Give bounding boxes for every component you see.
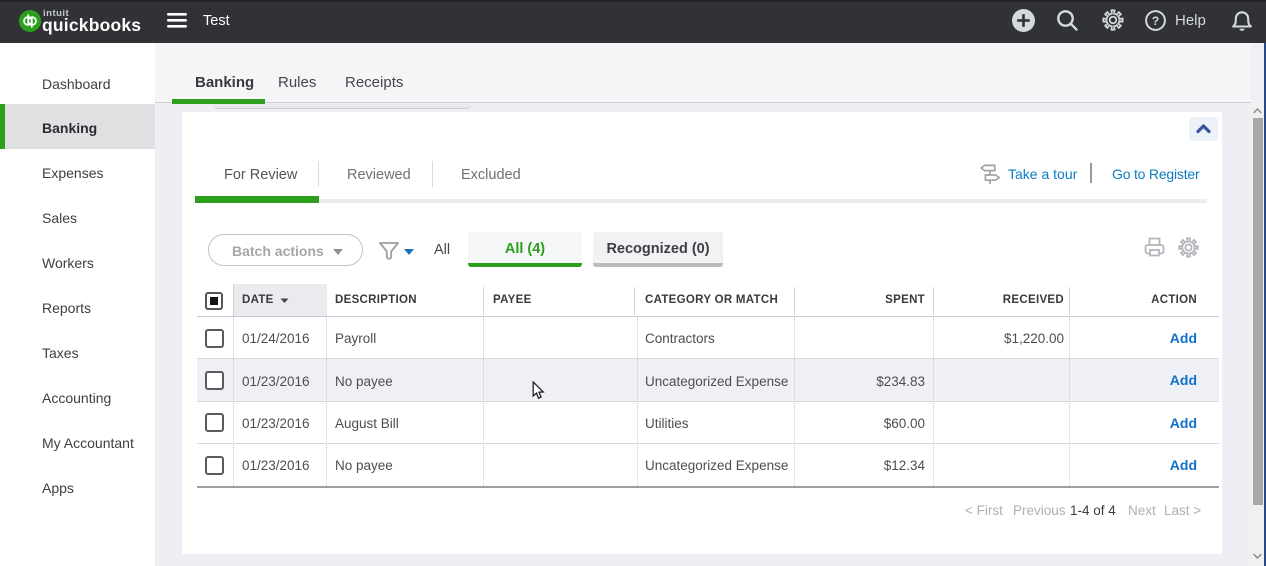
- svg-text:?: ?: [1152, 14, 1159, 28]
